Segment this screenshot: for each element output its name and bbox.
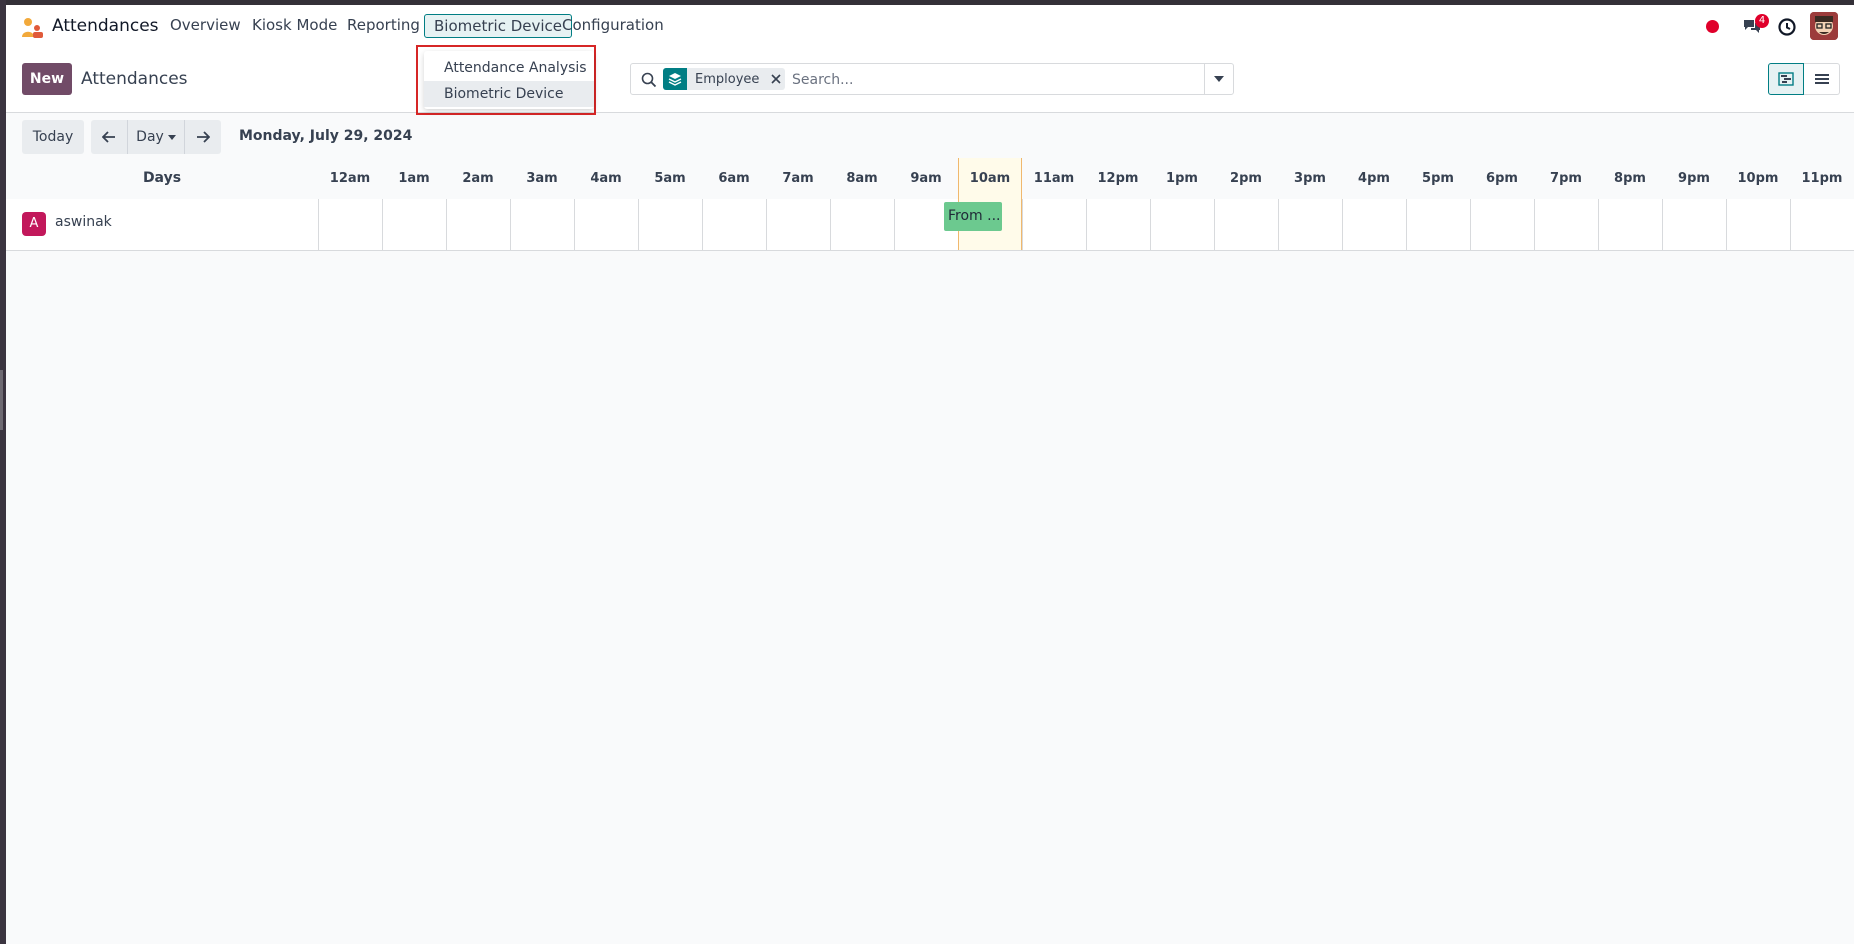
attendances-app-logo-icon[interactable]: [20, 17, 44, 39]
hour-column-header: 8am: [846, 171, 878, 186]
hour-column-header: 12pm: [1097, 171, 1139, 186]
hour-column-header: 2am: [462, 171, 494, 186]
gantt-view-button[interactable]: [1768, 63, 1804, 95]
gantt-row-header[interactable]: A aswinak: [6, 199, 318, 250]
gantt-header: Days 12am 1am 2am 3am 4am 5am 6am 7am 8am 9am 10am…: [6, 158, 1854, 200]
hour-column-header: 1am: [398, 171, 430, 186]
gantt-cell[interactable]: [766, 199, 830, 250]
gantt-cell[interactable]: [1022, 199, 1086, 250]
hour-column-header: 7am: [782, 171, 814, 186]
hour-column-header: 4am: [590, 171, 622, 186]
caret-down-icon: [167, 134, 176, 140]
view-switcher: [1768, 63, 1840, 95]
dropdown-item-attendance-analysis[interactable]: Attendance Analysis: [424, 55, 594, 81]
search-facet-employee: Employee: [663, 68, 786, 90]
search-bar[interactable]: Employee: [630, 63, 1234, 95]
search-icon: [641, 72, 657, 88]
gantt-cell[interactable]: [1086, 199, 1150, 250]
row-header-title: Days: [142, 170, 182, 186]
gantt-cell[interactable]: [1406, 199, 1470, 250]
list-view-button[interactable]: [1804, 63, 1840, 95]
gantt-view-icon: [1778, 72, 1794, 86]
group-by-layers-icon: [663, 68, 687, 90]
scale-dropdown[interactable]: Day: [128, 120, 185, 154]
gantt-cell[interactable]: [1726, 199, 1790, 250]
scale-label: Day: [136, 129, 164, 145]
user-avatar-face-icon: [1810, 12, 1838, 40]
gantt-cell[interactable]: [1534, 199, 1598, 250]
current-date-label: Monday, July 29, 2024: [239, 128, 413, 144]
hour-column-header: 9pm: [1678, 171, 1710, 186]
recording-indicator[interactable]: [1706, 20, 1719, 33]
gantt-cell[interactable]: [382, 199, 446, 250]
gantt-toolbar: Today Day Monday, July 29, 2024: [6, 112, 1854, 154]
hour-column-header: 2pm: [1230, 171, 1262, 186]
gantt-cell[interactable]: [1342, 199, 1406, 250]
gantt-cell[interactable]: [1150, 199, 1214, 250]
search-options-toggle[interactable]: [1204, 64, 1233, 94]
activity-clock-icon[interactable]: [1777, 17, 1797, 37]
hour-column-header: 12am: [329, 171, 371, 186]
menu-overview[interactable]: Overview: [161, 13, 250, 37]
hour-column-header: 7pm: [1550, 171, 1582, 186]
new-button[interactable]: New: [22, 63, 72, 95]
gantt-cell[interactable]: [574, 199, 638, 250]
left-window-rail-mark: [0, 370, 3, 430]
gantt-cell[interactable]: [446, 199, 510, 250]
gantt-cell[interactable]: [1278, 199, 1342, 250]
gantt-cell[interactable]: [1790, 199, 1854, 250]
hour-column-header: 1pm: [1166, 171, 1198, 186]
remove-facet-close-icon[interactable]: [767, 68, 785, 90]
page-title: Attendances: [81, 69, 188, 89]
gantt-cell[interactable]: [702, 199, 766, 250]
hour-column-header: 3am: [526, 171, 558, 186]
today-button[interactable]: Today: [22, 120, 84, 154]
arrow-right-icon: [197, 131, 210, 143]
next-period-button[interactable]: [185, 120, 221, 154]
user-avatar[interactable]: [1810, 12, 1838, 40]
gantt-cell[interactable]: [318, 199, 382, 250]
gantt-cell[interactable]: [510, 199, 574, 250]
employee-avatar: A: [22, 212, 46, 236]
dropdown-item-biometric-device[interactable]: Biometric Device: [424, 81, 594, 107]
gantt-cell[interactable]: [830, 199, 894, 250]
hour-column-header: 6am: [718, 171, 750, 186]
gantt-cell[interactable]: [1470, 199, 1534, 250]
hour-column-header: 10am: [958, 158, 1022, 199]
hour-column-header: 11am: [1033, 171, 1075, 186]
gantt-cell[interactable]: [1662, 199, 1726, 250]
hour-column-header: 11pm: [1801, 171, 1843, 186]
previous-period-button[interactable]: [91, 120, 128, 154]
app-name[interactable]: Attendances: [52, 14, 159, 38]
attendance-pill[interactable]: From ...: [944, 202, 1002, 231]
hour-column-header: 8pm: [1614, 171, 1646, 186]
hour-column-header: 3pm: [1294, 171, 1326, 186]
search-input[interactable]: [790, 68, 1174, 92]
top-navbar: Attendances Overview Kiosk Mode Reportin…: [6, 5, 1854, 49]
menu-biometric-device[interactable]: Biometric Device: [424, 14, 573, 38]
biometric-device-dropdown: Attendance Analysis Biometric Device: [424, 51, 594, 109]
menu-kiosk-mode[interactable]: Kiosk Mode: [243, 13, 346, 37]
gantt-cell[interactable]: [1598, 199, 1662, 250]
hour-column-header: 9am: [910, 171, 942, 186]
list-view-icon: [1814, 74, 1829, 84]
employee-name: aswinak: [55, 214, 112, 230]
gantt-cell[interactable]: [1214, 199, 1278, 250]
hour-column-header: 5pm: [1422, 171, 1454, 186]
hour-column-header: 10pm: [1737, 171, 1779, 186]
notification-badge: 4: [1755, 14, 1769, 28]
arrow-left-icon: [102, 131, 115, 143]
caret-down-icon: [1214, 76, 1224, 82]
gantt-cell[interactable]: [638, 199, 702, 250]
search-facet-label: Employee: [695, 71, 760, 87]
menu-configuration[interactable]: Configuration: [553, 13, 673, 37]
gantt-row: A aswinak From ...: [6, 199, 1854, 251]
hour-column-header: 5am: [654, 171, 686, 186]
app-window: Attendances Overview Kiosk Mode Reportin…: [6, 5, 1854, 944]
gantt-navigation-group: Day: [91, 120, 221, 154]
hour-column-header: 6pm: [1486, 171, 1518, 186]
menu-reporting[interactable]: Reporting: [338, 13, 429, 37]
control-panel: New Attendances Employee: [6, 49, 1854, 113]
hour-column-header: 4pm: [1358, 171, 1390, 186]
